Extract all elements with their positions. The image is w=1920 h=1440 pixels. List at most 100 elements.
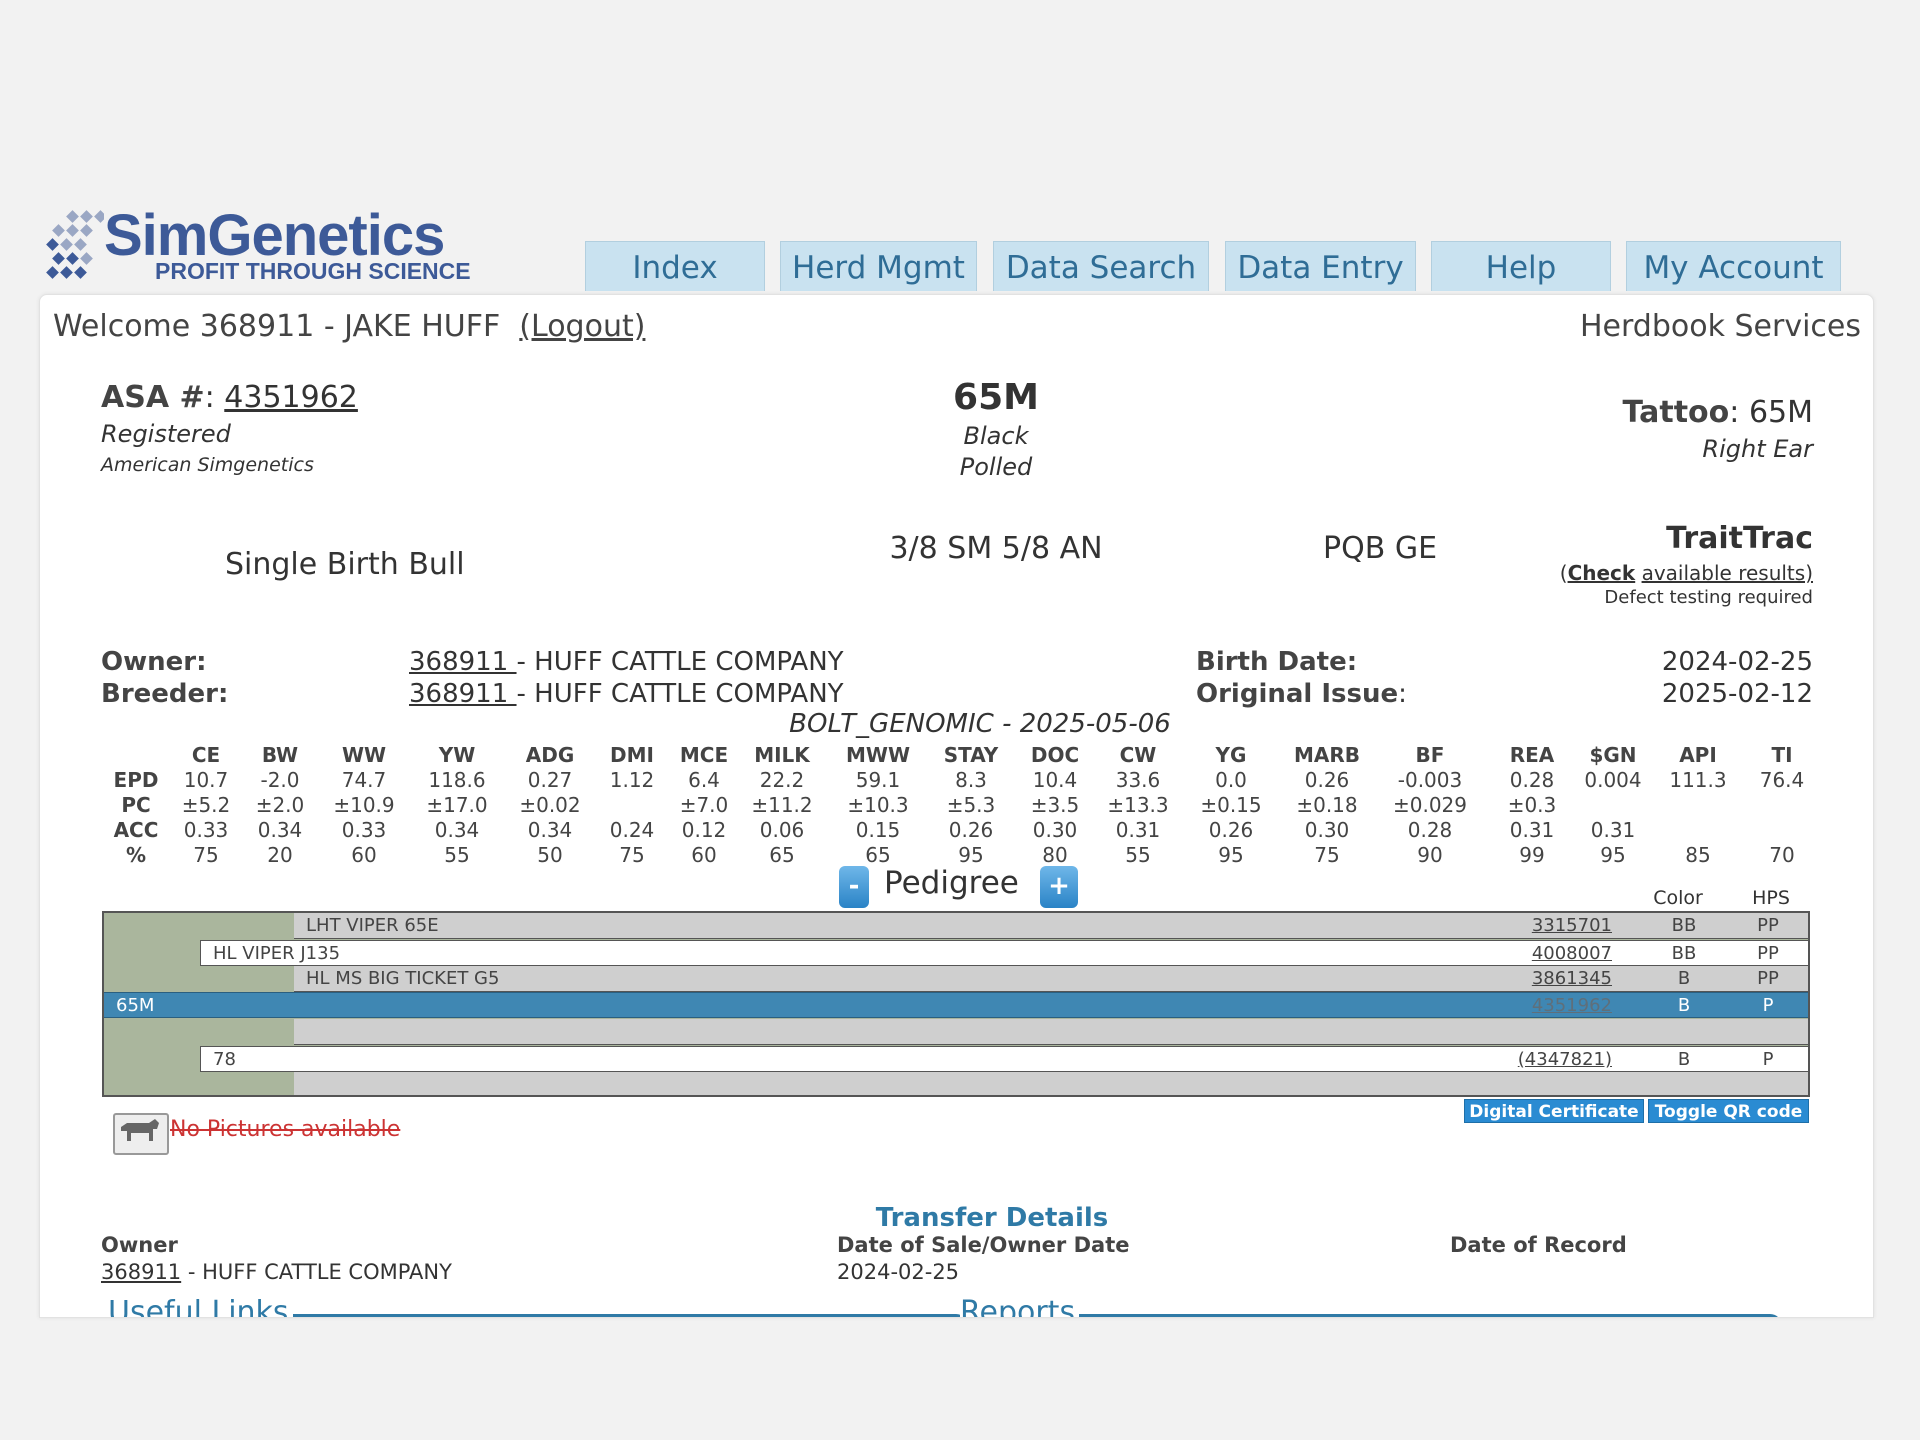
birth-type: Single Birth Bull: [225, 547, 465, 582]
epd-cell: 55: [444, 842, 470, 867]
breeder-id-link[interactable]: 368911: [409, 679, 517, 709]
epd-cell: 0.34: [434, 817, 480, 842]
tab-help[interactable]: Help: [1431, 241, 1611, 291]
logout-link[interactable]: (Logout): [519, 309, 645, 344]
pedigree-hps: P: [1762, 995, 1774, 1016]
pedigree-hps: PP: [1757, 943, 1779, 964]
epd-cell: ±0.15: [1200, 792, 1262, 817]
epd-cell: [1744, 792, 1820, 817]
traittrac-results[interactable]: available results): [1642, 561, 1813, 585]
epd-cell: 0.06: [759, 817, 805, 842]
epd-header: CW: [1119, 742, 1157, 767]
pedigree-row-subject: 65M 4351962 B P: [104, 992, 1808, 1018]
original-issue-label: Original Issue: [1196, 679, 1399, 709]
epd-cell: 95: [958, 842, 984, 867]
tab-data-search[interactable]: Data Search: [993, 241, 1209, 291]
traittrac-check-link[interactable]: (Check available results): [1560, 561, 1813, 585]
digital-certificate-button[interactable]: Digital Certificate: [1464, 1099, 1644, 1123]
epd-cell: 59.1: [855, 767, 901, 792]
pedigree-row-dam-dam: [294, 1072, 1808, 1095]
epd-cell: [1744, 817, 1820, 842]
pedigree-expand-button[interactable]: +: [1040, 866, 1078, 908]
hps-column-header: HPS: [1752, 887, 1790, 909]
epd-cell: ±17.0: [426, 792, 488, 817]
epd-cell: [1574, 792, 1652, 817]
epd-cell: 0.26: [1304, 767, 1350, 792]
epd-cell: ±7.0: [679, 792, 729, 817]
diamond-dots-logo-icon: [46, 210, 104, 279]
toggle-qr-button[interactable]: Toggle QR code: [1648, 1099, 1809, 1123]
asa-number-link[interactable]: 4351962: [224, 380, 358, 415]
pedigree-color: B: [1677, 1049, 1691, 1070]
breeder-name: - HUFF CATTLE COMPANY: [516, 679, 844, 709]
epd-header: MARB: [1293, 742, 1361, 767]
epd-cell: ±13.3: [1107, 792, 1169, 817]
epd-cell: 22.2: [759, 767, 805, 792]
transfer-owner-link[interactable]: 368911: [101, 1260, 181, 1284]
epd-row: PC ±5.2 ±2.0 ±10.9 ±17.0 ±0.02 ±7.0 ±11.…: [100, 792, 1820, 817]
epd-cell: ±5.2: [181, 792, 231, 817]
epd-header: YW: [438, 742, 476, 767]
pedigree-reg-link[interactable]: 4351962: [1532, 993, 1612, 1019]
tattoo-line: Tattoo: 65M: [1622, 395, 1813, 430]
epd-cell: 60: [351, 842, 377, 867]
epd-header: [100, 742, 172, 767]
epd-run-label: BOLT_GENOMIC - 2025-05-06: [789, 709, 1171, 739]
tab-herd-mgmt[interactable]: Herd Mgmt: [780, 241, 977, 291]
epd-header: WW: [341, 742, 387, 767]
no-pictures-text: No Pictures available: [170, 1117, 401, 1142]
cow-icon[interactable]: [113, 1113, 169, 1155]
epd-header: TI: [1771, 742, 1793, 767]
breed-composition: 3/8 SM 5/8 AN: [889, 531, 1103, 566]
epd-cell: ±0.029: [1392, 792, 1467, 817]
epd-header: API: [1679, 742, 1717, 767]
tab-my-account[interactable]: My Account: [1626, 241, 1841, 291]
epd-cell: 76.4: [1759, 767, 1805, 792]
original-issue-value: 2025-02-12: [1661, 679, 1813, 709]
pedigree-reg-link[interactable]: 3861345: [1532, 966, 1612, 992]
epd-header: STAY: [943, 742, 999, 767]
pedigree-reg-link[interactable]: (4347821): [1518, 1047, 1612, 1073]
epd-header: DOC: [1030, 742, 1080, 767]
pedigree-color: BB: [1671, 915, 1697, 936]
animal-color: Black: [963, 422, 1029, 450]
epd-cell: 10.7: [183, 767, 229, 792]
pedigree-collapse-button[interactable]: -: [839, 866, 869, 908]
epd-cell: 80: [1042, 842, 1068, 867]
epd-row: % 75 20 60 55 50 75 60 65 65 95 80 55 95…: [100, 842, 1820, 867]
epd-cell: 70: [1769, 842, 1795, 867]
useful-links-title: Useful Links: [108, 1295, 293, 1317]
tab-data-entry[interactable]: Data Entry: [1225, 241, 1416, 291]
epd-header: BF: [1415, 742, 1445, 767]
simgenetics-logo[interactable]: SimGenetics PROFIT THROUGH SCIENCE: [44, 203, 471, 286]
transfer-date-header: Date of Sale/Owner Date: [837, 1233, 1130, 1257]
pedigree-name: HL VIPER J135: [213, 943, 341, 964]
epd-cell: ±10.3: [847, 792, 909, 817]
transfer-owner-value: 368911 - HUFF CATTLE COMPANY: [101, 1260, 452, 1284]
epd-row: EPD 10.7 -2.0 74.7 118.6 0.27 1.12 6.4 2…: [100, 767, 1820, 792]
tab-index[interactable]: Index: [585, 241, 765, 291]
traittrac-paren: (: [1559, 561, 1568, 585]
original-issue-colon: :: [1398, 679, 1407, 709]
epd-cell: 1.12: [609, 767, 655, 792]
pedigree-color: BB: [1671, 943, 1697, 964]
epd-cell: 75: [1314, 842, 1340, 867]
pedigree-name: 78: [213, 1049, 236, 1070]
epd-row-label: ACC: [113, 817, 159, 842]
pedigree-tree: LHT VIPER 65E 3315701 BB PP HL VIPER J13…: [102, 911, 1810, 1097]
owner-id-link[interactable]: 368911: [409, 647, 517, 677]
epd-cell: 95: [1600, 842, 1626, 867]
epd-cell: 65: [769, 842, 795, 867]
epd-cell: 6.4: [688, 767, 720, 792]
breeder-value: 368911 - HUFF CATTLE COMPANY: [409, 679, 844, 709]
epd-cell: ±2.0: [255, 792, 305, 817]
epd-cell: 65: [865, 842, 891, 867]
traittrac-check[interactable]: Check: [1568, 561, 1636, 585]
epd-row: ACC 0.33 0.34 0.33 0.34 0.34 0.24 0.12 0…: [100, 817, 1820, 842]
epd-cell: [1652, 817, 1744, 842]
epd-header: MCE: [679, 742, 729, 767]
epd-cell: ±3.5: [1030, 792, 1080, 817]
pedigree-reg-link[interactable]: 3315701: [1532, 913, 1612, 939]
pedigree-reg-link[interactable]: 4008007: [1532, 941, 1612, 967]
asa-number-line: ASA #: 4351962: [101, 380, 358, 415]
